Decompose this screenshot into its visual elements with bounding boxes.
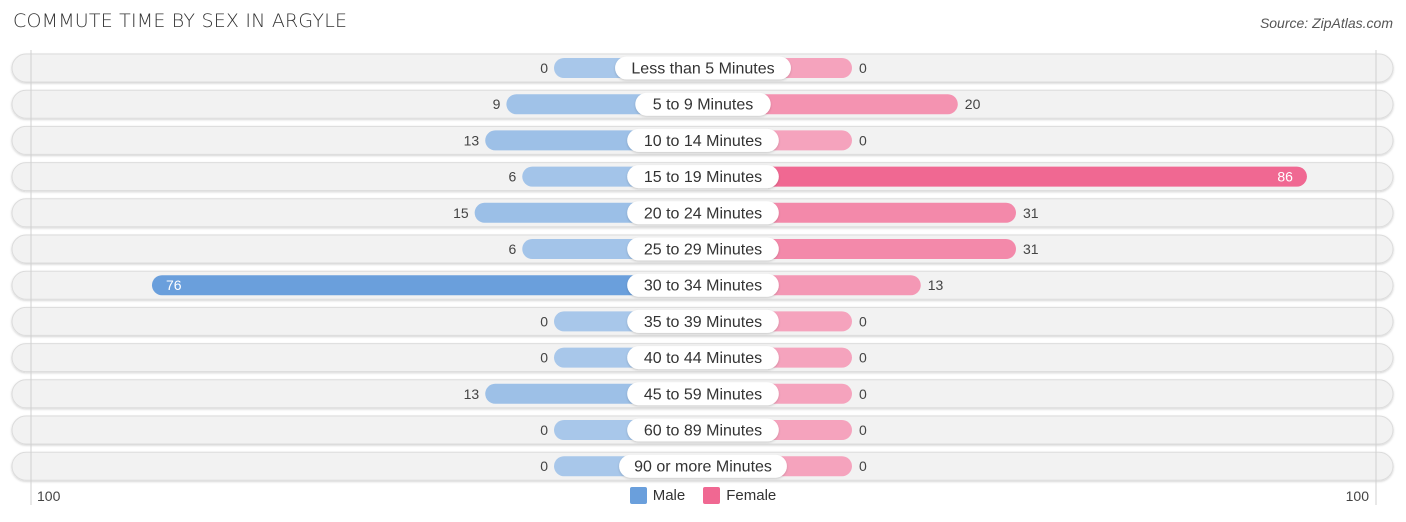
value-label-female: 0 [859, 60, 867, 76]
category-label: 45 to 59 Minutes [644, 386, 762, 403]
value-label-male: 13 [464, 386, 480, 402]
value-label-female: 86 [1277, 169, 1293, 185]
legend-swatch-male [629, 487, 647, 504]
value-label-female: 31 [1023, 205, 1039, 221]
legend: Male Female [0, 487, 1406, 504]
category-label: Less than 5 Minutes [631, 61, 774, 78]
legend-label-male: Male [652, 487, 686, 504]
value-label-male: 0 [540, 60, 548, 76]
category-label: 30 to 34 Minutes [644, 278, 762, 295]
value-label-female: 0 [859, 458, 867, 474]
value-label-male: 0 [540, 313, 548, 329]
category-label: 60 to 89 Minutes [644, 423, 762, 440]
bar-male [151, 275, 703, 296]
value-label-female: 0 [859, 132, 867, 148]
value-label-male: 9 [493, 96, 501, 112]
legend-item-male[interactable]: Male [629, 487, 686, 504]
value-label-male: 0 [540, 350, 548, 366]
value-label-male: 15 [453, 205, 469, 221]
category-label: 40 to 44 Minutes [644, 350, 762, 367]
chart-area: 0 0 Less than 5 Minutes 9 20 5 to 9 Minutes 13… [11, 50, 1394, 505]
category-label: 90 or more Minutes [634, 459, 772, 476]
legend-label-female: Female [726, 487, 777, 504]
category-label: 10 to 14 Minutes [644, 133, 762, 150]
category-label: 25 to 29 Minutes [644, 242, 762, 259]
bar-female [703, 166, 1307, 187]
value-label-female: 31 [1023, 241, 1039, 257]
category-label: 35 to 39 Minutes [644, 314, 762, 331]
value-label-female: 20 [965, 96, 981, 112]
value-label-male: 0 [540, 422, 548, 438]
category-label: 5 to 9 Minutes [653, 97, 754, 114]
value-label-male: 13 [464, 132, 480, 148]
category-label: 20 to 24 Minutes [644, 205, 762, 222]
value-label-male: 0 [540, 458, 548, 474]
legend-swatch-female [703, 487, 721, 504]
value-label-female: 0 [859, 386, 867, 402]
value-label-female: 0 [859, 422, 867, 438]
value-label-male: 6 [508, 169, 516, 185]
value-label-male: 76 [166, 277, 182, 293]
legend-item-female[interactable]: Female [703, 487, 776, 504]
value-label-male: 6 [508, 241, 516, 257]
category-label: 15 to 19 Minutes [644, 169, 762, 186]
value-label-female: 0 [859, 350, 867, 366]
value-label-female: 0 [859, 313, 867, 329]
value-label-female: 13 [928, 277, 944, 293]
